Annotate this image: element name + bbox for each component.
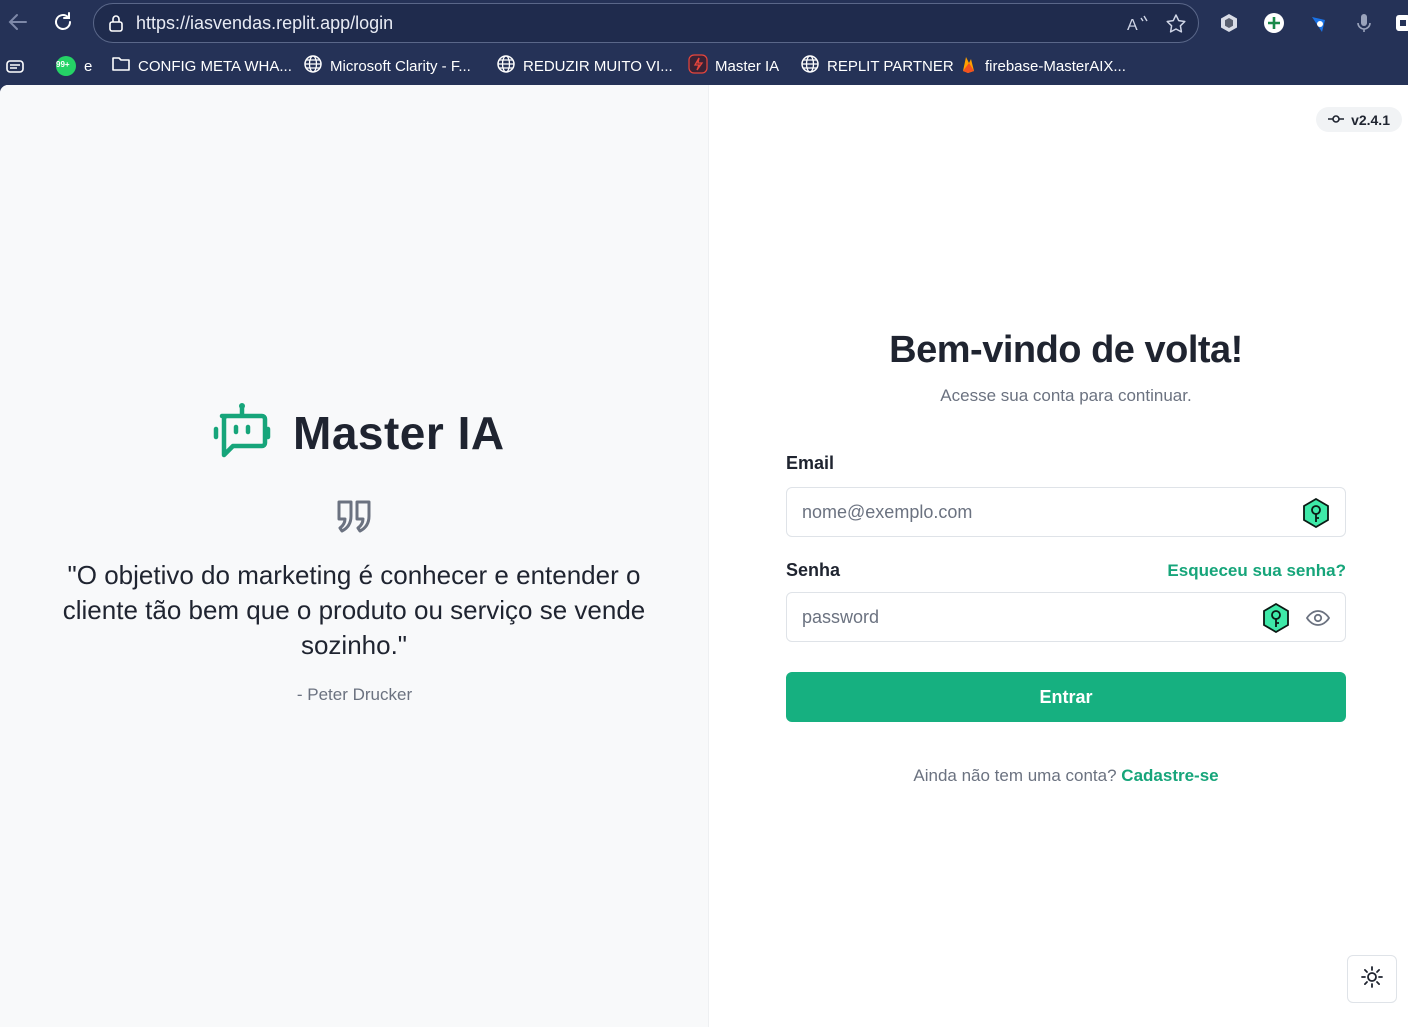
svg-text:A: A [1127,17,1138,34]
brand-name: Master IA [293,407,505,459]
email-label: Email [786,453,835,473]
replit-icon [688,54,708,78]
add-extension-icon[interactable] [1261,10,1287,36]
quote-icon [334,497,374,542]
bookmark-label: REPLIT PARTNER [827,57,954,75]
signup-link[interactable]: Cadastre-se [1121,766,1218,785]
favorite-star-icon[interactable] [1164,12,1188,41]
signup-prompt: Ainda não tem uma conta? [913,766,1117,785]
password-manager-icon[interactable] [1261,602,1291,634]
bookmark-label: firebase-MasterAIX... [985,57,1126,75]
bookmark-label: CONFIG META WHA... [138,57,292,75]
password-manager-icon[interactable] [1301,497,1331,529]
bookmarks-bar: 99+ e CONFIG META WHA... Microsoft Clari… [0,50,1408,80]
bookmark-label: REDUZIR MUITO VI... [523,57,673,75]
shield-extension-icon[interactable] [1216,10,1242,36]
sun-icon [1360,965,1384,994]
back-arrow-icon[interactable] [4,8,32,36]
whatsapp-badge-icon: 99+ [55,55,77,77]
globe-icon [800,54,820,78]
bookmark-item[interactable]: REDUZIR MUITO VI... [496,54,673,78]
chat-bot-icon [213,402,271,465]
url-text[interactable]: https://iasvendas.replit.app/login [136,13,393,33]
bookmark-item[interactable]: REPLIT PARTNER [800,54,954,78]
profile-extension-icon[interactable] [1394,10,1408,36]
email-field[interactable] [786,487,1346,537]
login-panel: v2.4.1 Bem-vindo de volta! Acesse sua co… [710,85,1408,1027]
password-input[interactable] [802,593,1242,641]
theme-toggle-button[interactable] [1347,955,1397,1003]
firebase-icon [958,54,978,78]
bookmark-item[interactable]: CONFIG META WHA... [111,54,292,78]
reading-list-icon[interactable] [5,54,25,78]
quote-author: - Peter Drucker [296,685,413,704]
password-field[interactable] [786,592,1346,642]
bookmark-item[interactable]: Microsoft Clarity - F... [303,54,471,78]
reload-icon[interactable] [49,8,77,36]
bookmark-item[interactable]: 99+ e [55,54,92,78]
bookmark-item[interactable]: Master IA [688,54,779,78]
notification-count-badge: 99+ [56,60,70,69]
folder-icon [111,55,131,77]
microphone-icon[interactable] [1351,10,1377,36]
bookmark-label: Microsoft Clarity - F... [330,57,471,75]
email-input[interactable] [802,488,1242,536]
brand-logo: Master IA [213,402,505,465]
password-label: Senha [786,560,841,580]
brand-panel: Master IA "O objetivo do marketing é con… [0,85,709,1027]
version-badge: v2.4.1 [1316,107,1402,132]
quote-text: "O objetivo do marketing é conhecer e en… [62,560,646,660]
forgot-password-link[interactable]: Esqueceu sua senha? [1167,561,1346,581]
login-submit-button[interactable]: Entrar [786,672,1346,722]
lock-icon [106,13,126,38]
commit-icon [1328,112,1345,128]
globe-icon [496,54,516,78]
blue-extension-icon[interactable] [1306,10,1332,36]
signup-line: Ainda não tem uma conta? Cadastre-se [710,766,1408,786]
address-bar[interactable]: https://iasvendas.replit.app/login A [93,3,1199,43]
login-page: Master IA "O objetivo do marketing é con… [0,85,1408,1027]
bookmark-item[interactable]: firebase-MasterAIX... [958,54,1126,78]
browser-chrome: https://iasvendas.replit.app/login A 99+… [0,0,1408,85]
version-label: v2.4.1 [1351,111,1390,128]
globe-icon [303,54,323,78]
show-password-eye-icon[interactable] [1305,605,1331,631]
bookmark-label: Master IA [715,57,780,75]
read-aloud-icon[interactable]: A [1126,12,1150,41]
bookmark-label: e [84,57,93,75]
page-subtitle: Acesse sua conta para continuar. [940,386,1192,405]
page-title: Bem-vindo de volta! [889,329,1243,371]
